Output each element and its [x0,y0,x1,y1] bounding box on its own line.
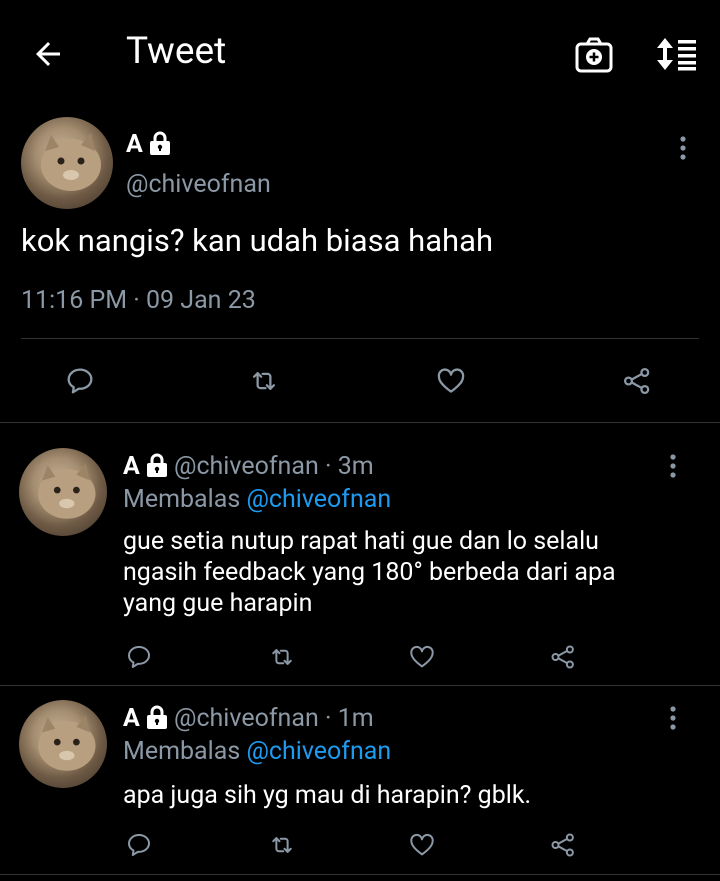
reply-text: apa juga sih yg mau di harapin? gblk. [123,780,531,811]
avatar[interactable] [19,448,107,536]
display-name: A [123,452,140,481]
arrow-left-icon [36,42,60,66]
share-button[interactable] [548,642,578,672]
page-title: Tweet [126,30,227,73]
reply-text-line: gue setia nutup rapat hati gue dan lo se… [123,527,599,556]
sort-list-icon [657,38,696,71]
retweet-button[interactable] [247,364,281,398]
handle: @chiveofnan [126,170,271,199]
lock-icon [146,453,168,484]
reply-header: A @chiveofnan · 1m [123,704,374,736]
reply-header: A @chiveofnan · 3m [123,452,374,484]
reply-time: · 1m [324,704,374,733]
reply-text-line: apa juga sih yg mau di harapin? gblk. [123,781,532,810]
divider [21,338,699,339]
reply-icon [128,834,150,856]
divider [0,422,720,423]
more-options-button[interactable] [664,704,682,732]
replying-to: Membalas @chiveofnan [123,737,391,766]
replying-to: Membalas @chiveofnan [123,485,391,514]
handle: @chiveofnan [174,704,319,733]
reply-button[interactable] [124,642,154,672]
lock-icon [149,131,171,162]
sort-button[interactable] [654,36,700,72]
retweet-button[interactable] [267,642,297,672]
avatar[interactable] [21,117,113,209]
more-vertical-icon [670,454,676,478]
reply-button[interactable] [124,830,154,860]
divider [0,874,720,875]
reply-time: · 3m [324,452,374,481]
replying-to-link[interactable]: @chiveofnan [246,737,391,766]
share-icon [623,367,650,395]
heart-icon [410,833,434,856]
display-name: A [123,704,140,733]
share-button[interactable] [548,830,578,860]
share-icon [551,833,574,857]
replying-label: Membalas [123,737,241,766]
tweet-text: kok nangis? kan udah biasa hahah [21,222,494,259]
handle: @chiveofnan [174,452,319,481]
like-button[interactable] [407,830,437,860]
reply-button[interactable] [63,364,97,398]
lock-icon [146,705,168,736]
share-icon [551,645,574,669]
replying-to-link[interactable]: @chiveofnan [246,485,391,514]
like-button[interactable] [434,364,468,398]
replying-label: Membalas [123,485,241,514]
camera-plus-icon [575,37,613,73]
display-name: A [126,130,143,159]
more-vertical-icon [670,706,676,730]
reply-text-line: ngasih feedback yang 180° berbeda dari a… [123,558,616,587]
retweet-icon [252,372,276,390]
reply-text-line: yang gue harapin [123,589,313,618]
camera-button[interactable] [574,36,614,74]
heart-icon [410,645,434,668]
reply-text: gue setia nutup rapat hati gue dan lo se… [123,526,616,619]
retweet-icon [272,837,292,853]
share-button[interactable] [620,364,654,398]
divider [0,685,720,686]
heart-icon [437,368,465,393]
more-options-button[interactable] [664,452,682,480]
reply-icon [128,646,150,668]
more-vertical-icon [680,136,686,160]
avatar[interactable] [19,700,107,788]
back-button[interactable] [30,36,66,72]
retweet-icon [272,649,292,665]
more-options-button[interactable] [674,134,692,162]
reply-icon [67,368,93,394]
like-button[interactable] [407,642,437,672]
retweet-button[interactable] [267,830,297,860]
tweet-timestamp: 11:16 PM · 09 Jan 23 [21,286,256,315]
